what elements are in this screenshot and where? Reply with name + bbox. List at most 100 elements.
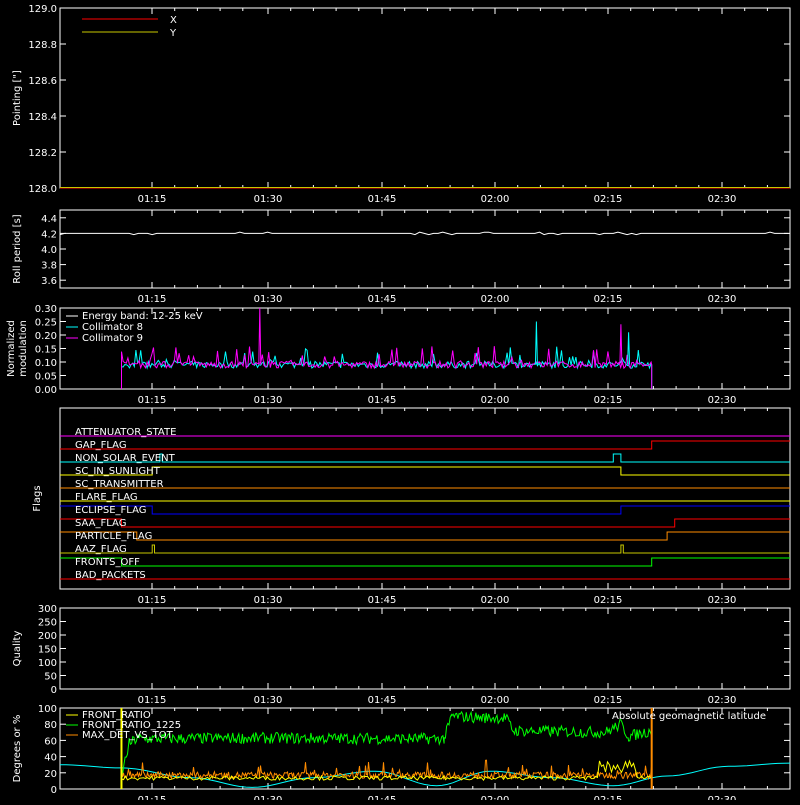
time-tick-label: 01:45 [368,294,397,305]
y-axis-label: Quality [12,631,23,667]
collimator-9-line [121,346,653,389]
flag-line-particle-flag [60,531,790,541]
time-tick-label: 02:00 [481,194,510,205]
y-tick-label: 0 [51,785,57,796]
time-tick-label: 01:15 [138,695,167,706]
time-tick-label: 01:45 [368,695,397,706]
plot-canvas: 01:15 01:30 01:45 02:00 02:15 02:30 128.0 128.2… [6,4,791,805]
legend-label-x: X [170,15,177,26]
time-tick-label: 01:15 [138,194,167,205]
time-tick-label: 01:15 [138,795,167,800]
time-tick-label: 02:00 [481,795,510,800]
legend-label-y: Y [169,28,177,39]
panel-4-frame [59,607,791,690]
y-tick-label: 128.8 [28,40,57,51]
y-tick-label: 0 [51,685,57,696]
y-tick-label: 100 [38,704,57,715]
y-tick-label: 0.10 [35,358,57,369]
time-tick-label: 01:15 [138,395,167,406]
time-tick-label: 01:15 [138,595,167,606]
y-axis-label: Flags [32,485,43,511]
time-tick-label: 02:00 [481,294,510,305]
y-tick-label: 128.2 [28,148,57,159]
flag-line-fronts-off [60,557,790,567]
y-tick-label: 128.6 [28,76,57,87]
y-tick-label: 200 [38,631,57,642]
y-tick-label: 128.0 [28,184,57,195]
y-tick-label: 4.2 [41,229,57,240]
y-tick-label: 300 [38,604,57,615]
legend-label: Energy band: 12-25 keV [82,311,203,322]
y-tick-label: 0.15 [35,345,57,356]
y-axis-label: Roll period [s] [12,214,23,283]
y-tick-label: 4.0 [41,245,57,256]
flag-label: NON_SOLAR_EVENT [75,453,176,464]
time-tick-label: 02:30 [708,795,737,800]
y-tick-label: 40 [44,753,57,764]
panel-1-frame [59,209,791,289]
modulation-spike [627,332,631,365]
y-tick-label: 129.0 [28,4,57,15]
flag-label: BAD_PACKETS [75,570,146,581]
flag-label: AAZ_FLAG [75,544,127,555]
time-tick-label: 02:30 [708,194,737,205]
time-tick-label: 02:15 [594,294,623,305]
time-tick-label: 01:30 [254,695,283,706]
flag-label: SC_TRANSMITTER [75,479,164,490]
y-tick-label: 250 [38,618,57,629]
flag-label: ATTENUATOR_STATE [75,427,176,438]
flag-label: PARTICLE_FLAG [75,531,152,542]
legend-label: Collimator 9 [82,333,143,344]
flag-label: GAP_FLAG [75,440,127,451]
y-tick-label: 150 [38,645,57,656]
flag-line-saa-flag [60,518,790,528]
time-tick-label: 01:15 [138,294,167,305]
time-tick-label: 01:30 [254,395,283,406]
time-tick-label: 02:30 [708,395,737,406]
y-tick-label: 80 [44,720,57,731]
roll-period-line [59,231,789,236]
y-axis-label-line2: modulation [18,320,29,377]
y-tick-label: 128.4 [28,112,57,123]
flag-label: SAA_FLAG [75,518,126,529]
legend-label: Collimator 8 [82,322,143,333]
time-tick-label: 02:15 [594,194,623,205]
modulation-spike [534,321,538,365]
flag-line-sc-in-sunlight [60,466,790,476]
front-ratio-1225-line [121,710,652,776]
legend-label: MAX_DET_VS_TOT [82,730,174,741]
time-tick-label: 01:45 [368,194,397,205]
time-tick-label: 01:45 [368,595,397,606]
collimator-8-line [121,346,653,389]
flag-label: SC_IN_SUNLIGHT [75,466,161,477]
y-axis-label: Pointing ["] [12,70,23,126]
time-tick-label: 01:30 [254,194,283,205]
time-tick-label: 02:00 [481,395,510,406]
flag-label: ECLIPSE_FLAG [75,505,146,516]
annotation-label: Absolute geomagnetic latitude [612,711,766,722]
time-tick-label: 02:00 [481,595,510,606]
time-tick-label: 02:30 [708,294,737,305]
y-tick-label: 0.00 [35,385,57,396]
flag-line-gap-flag [60,440,790,450]
y-tick-label: 20 [44,769,57,780]
y-tick-label: 3.6 [41,276,57,287]
time-tick-label: 02:15 [594,395,623,406]
modulation-spike [258,307,262,365]
y-tick-label: 50 [44,672,57,683]
flag-label: FLARE_FLAG [75,492,138,503]
y-tick-label: 0.05 [35,372,57,383]
time-tick-label: 01:30 [254,294,283,305]
time-tick-label: 01:45 [368,395,397,406]
time-tick-label: 02:30 [708,695,737,706]
y-tick-label: 0.25 [35,318,57,329]
time-tick-label: 01:45 [368,795,397,800]
y-tick-label: 4.4 [41,214,57,225]
time-tick-label: 02:00 [481,695,510,706]
y-axis-label-line1: Normalized [6,320,17,377]
flag-line-aaz-flag [60,544,790,554]
flag-label: FRONTS_OFF [75,557,140,568]
max-det-vs-tot-line [121,759,652,781]
summary-plot: 01:15 01:30 01:45 02:00 02:15 02:30 128.0 128.2… [0,0,800,805]
y-tick-label: 0.20 [35,331,57,342]
